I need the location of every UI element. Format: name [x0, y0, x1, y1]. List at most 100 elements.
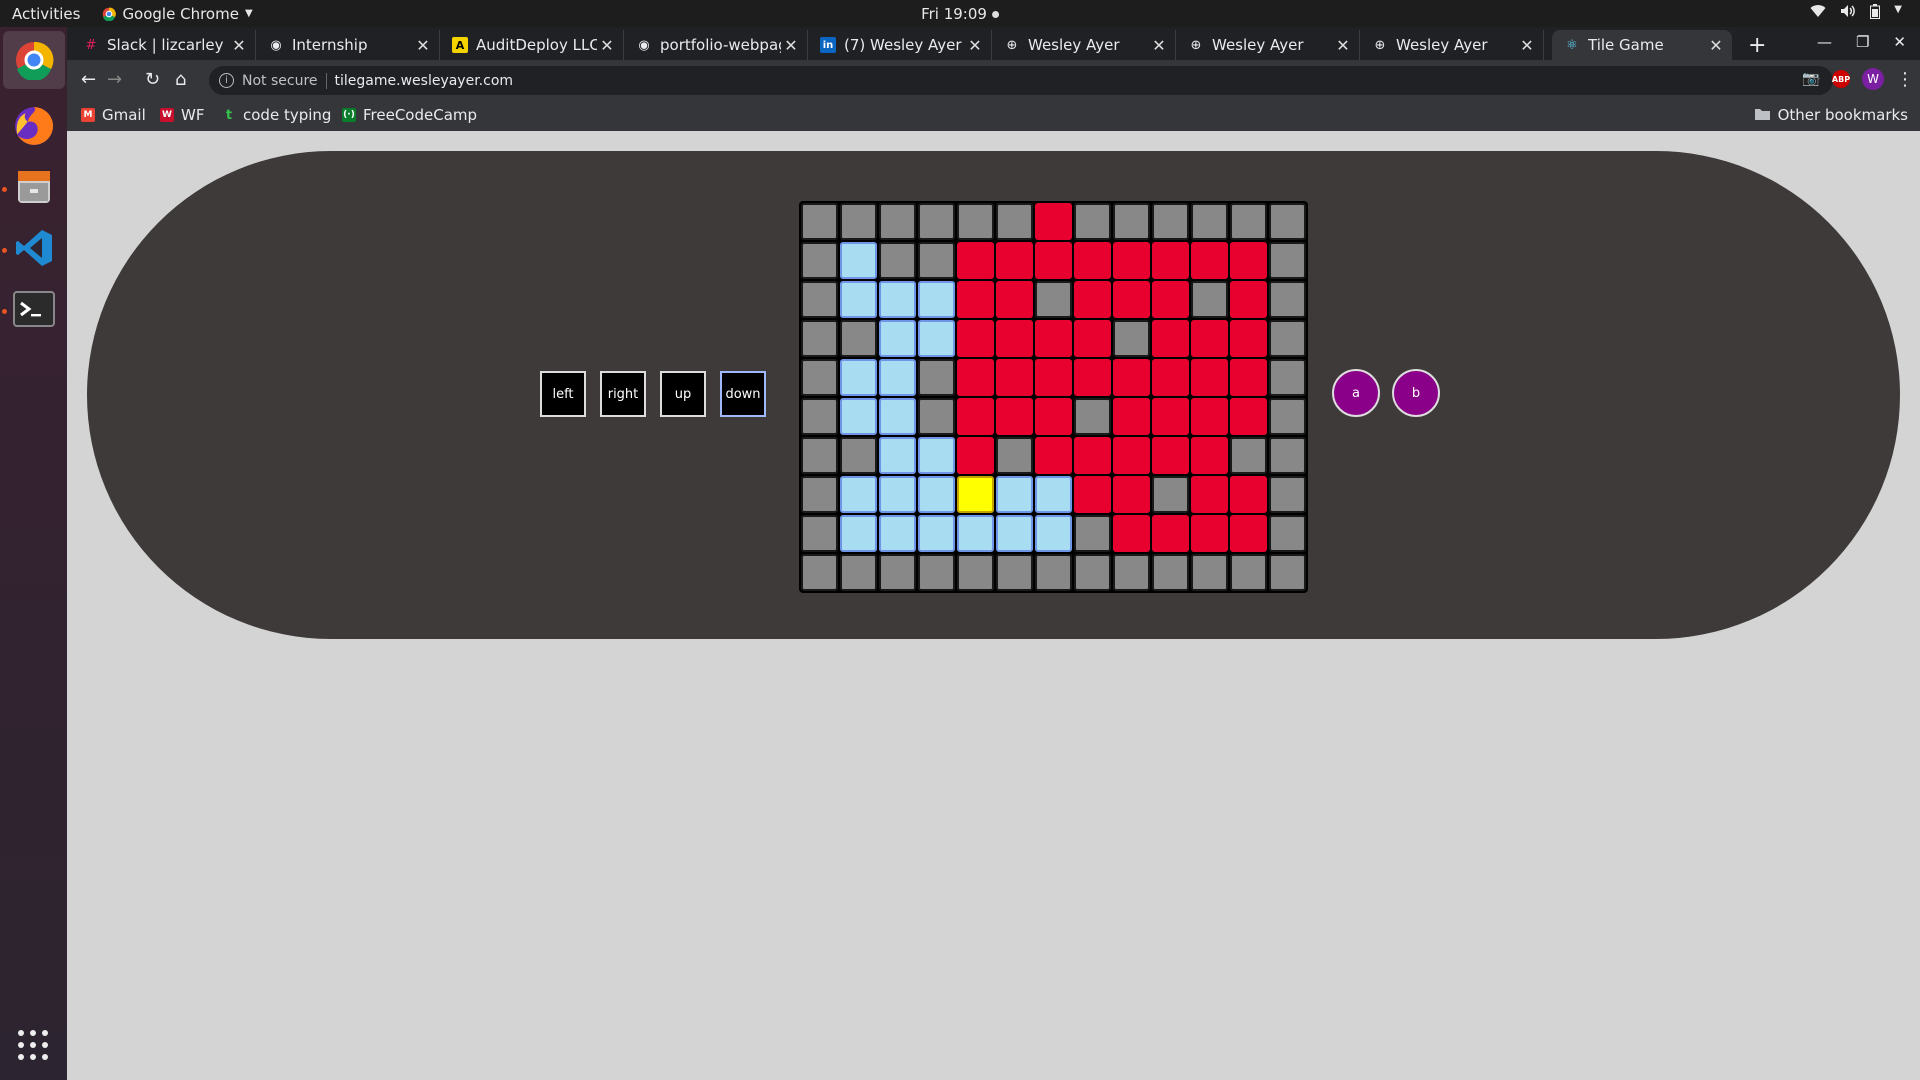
tab-auditdeploy[interactable]: A AuditDeploy LLC ✕	[440, 30, 624, 60]
close-tab-icon[interactable]: ✕	[229, 36, 249, 55]
right-button[interactable]: right	[600, 371, 646, 417]
blue-tile	[879, 398, 916, 435]
tab-portfolio[interactable]: ◉ portfolio-webpag ✕	[624, 30, 808, 60]
more-menu-icon[interactable]: ⋮	[1896, 69, 1914, 90]
close-tab-icon[interactable]: ✕	[1333, 36, 1353, 55]
dock-firefox[interactable]	[10, 102, 58, 150]
close-tab-icon[interactable]: ✕	[1149, 36, 1169, 55]
b-button[interactable]: b	[1392, 369, 1440, 417]
restore-icon[interactable]: ❐	[1856, 33, 1869, 51]
tab-wesley-ayer-3[interactable]: ⊕ Wesley Ayer ✕	[1360, 30, 1544, 60]
url-text[interactable]: tilegame.wesleyayer.com	[335, 73, 514, 89]
bookmark-label: code typing	[243, 106, 332, 124]
wall-tile	[1152, 203, 1189, 240]
blue-tile	[918, 437, 955, 474]
red-tile	[996, 320, 1033, 357]
red-tile	[1074, 242, 1111, 279]
red-tile	[1230, 476, 1267, 513]
red-tile	[1191, 242, 1228, 279]
blue-tile	[840, 281, 877, 318]
blue-tile	[918, 281, 955, 318]
close-tab-icon[interactable]: ✕	[781, 36, 801, 55]
bookmark-wf[interactable]: W WF	[160, 106, 204, 124]
folder-icon	[1754, 106, 1770, 124]
adblock-icon[interactable]: ABP	[1832, 70, 1850, 88]
address-bar[interactable]: i Not secure tilegame.wesleyayer.com ☆	[209, 66, 1833, 95]
close-tab-icon[interactable]: ✕	[413, 36, 433, 55]
blue-tile	[840, 515, 877, 552]
code-typing-icon: t	[225, 107, 233, 123]
bookmark-label: FreeCodeCamp	[363, 106, 478, 124]
new-tab-button[interactable]: +	[1748, 33, 1766, 58]
system-tray[interactable]: ▼	[1810, 4, 1902, 23]
forward-arrow-icon[interactable]: →	[107, 69, 122, 90]
blue-tile	[840, 476, 877, 513]
react-icon: ⚛	[1566, 37, 1578, 53]
wall-tile	[801, 320, 838, 357]
camera-icon[interactable]: 📷	[1802, 70, 1820, 88]
tab-tile-game[interactable]: ⚛ Tile Game ✕	[1552, 30, 1732, 60]
wall-tile	[840, 320, 877, 357]
info-icon[interactable]: i	[219, 73, 234, 88]
profile-avatar[interactable]: W	[1862, 68, 1884, 90]
show-applications-icon[interactable]	[18, 1030, 48, 1060]
wall-tile	[1269, 437, 1306, 474]
close-window-icon[interactable]: ✕	[1893, 33, 1906, 51]
close-tab-icon[interactable]: ✕	[597, 36, 617, 55]
wall-tile	[1074, 515, 1111, 552]
minimize-icon[interactable]: —	[1817, 33, 1832, 51]
red-tile	[1074, 476, 1111, 513]
chrome-icon	[15, 41, 53, 80]
tab-wesley-ayer-2[interactable]: ⊕ Wesley Ayer ✕	[1176, 30, 1360, 60]
a-button[interactable]: a	[1332, 369, 1380, 417]
activities-button[interactable]: Activities	[12, 5, 80, 23]
wall-tile	[1269, 203, 1306, 240]
dock	[0, 27, 67, 1080]
bookmark-freecodecamp[interactable]: (·) FreeCodeCamp	[342, 106, 477, 124]
blue-tile	[918, 320, 955, 357]
bookmark-gmail[interactable]: M Gmail	[81, 106, 146, 124]
red-tile	[1035, 359, 1072, 396]
window-controls: — ❐ ✕	[1817, 33, 1906, 51]
close-tab-icon[interactable]: ✕	[965, 36, 985, 55]
dock-chrome[interactable]	[2, 31, 65, 89]
blue-tile	[879, 515, 916, 552]
chrome-icon	[103, 7, 117, 21]
running-indicator	[1, 187, 7, 192]
down-button[interactable]: down	[720, 371, 766, 417]
red-tile	[1230, 281, 1267, 318]
tab-linkedin[interactable]: in (7) Wesley Ayer | L ✕	[808, 30, 992, 60]
freecodecamp-icon: (·)	[342, 108, 356, 122]
dock-vscode[interactable]	[1, 224, 58, 272]
red-tile	[1035, 242, 1072, 279]
back-arrow-icon[interactable]: ←	[81, 69, 96, 90]
close-tab-icon[interactable]: ✕	[1706, 36, 1726, 55]
left-button[interactable]: left	[540, 371, 586, 417]
wall-tile	[1191, 554, 1228, 591]
bookmark-label: WF	[181, 106, 205, 124]
wf-icon: W	[160, 108, 174, 122]
clock[interactable]: Fri 19:09	[921, 5, 999, 23]
tab-internship[interactable]: ◉ Internship ✕	[256, 30, 440, 60]
wall-tile	[879, 554, 916, 591]
app-menu[interactable]: Google Chrome ▼	[102, 5, 253, 23]
wall-tile	[1074, 398, 1111, 435]
notification-dot-icon	[991, 10, 999, 18]
dock-terminal[interactable]	[1, 285, 58, 333]
wall-tile	[1113, 554, 1150, 591]
slack-icon: #	[85, 37, 97, 53]
wall-tile	[1230, 203, 1267, 240]
close-tab-icon[interactable]: ✕	[1517, 36, 1537, 55]
reload-icon[interactable]: ↻	[145, 69, 160, 90]
red-tile	[996, 359, 1033, 396]
other-bookmarks[interactable]: Other bookmarks	[1754, 106, 1908, 124]
home-icon[interactable]: ⌂	[175, 69, 186, 90]
dock-files[interactable]	[1, 163, 58, 211]
tab-slack[interactable]: # Slack | lizcarley | D ✕	[71, 30, 256, 60]
bookmark-code-typing[interactable]: t code typing	[222, 106, 332, 124]
globe-icon: ⊕	[1374, 37, 1386, 53]
wall-tile	[1152, 554, 1189, 591]
up-button[interactable]: up	[660, 371, 706, 417]
tab-title: Slack | lizcarley | D	[107, 36, 229, 54]
tab-wesley-ayer-1[interactable]: ⊕ Wesley Ayer ✕	[992, 30, 1176, 60]
